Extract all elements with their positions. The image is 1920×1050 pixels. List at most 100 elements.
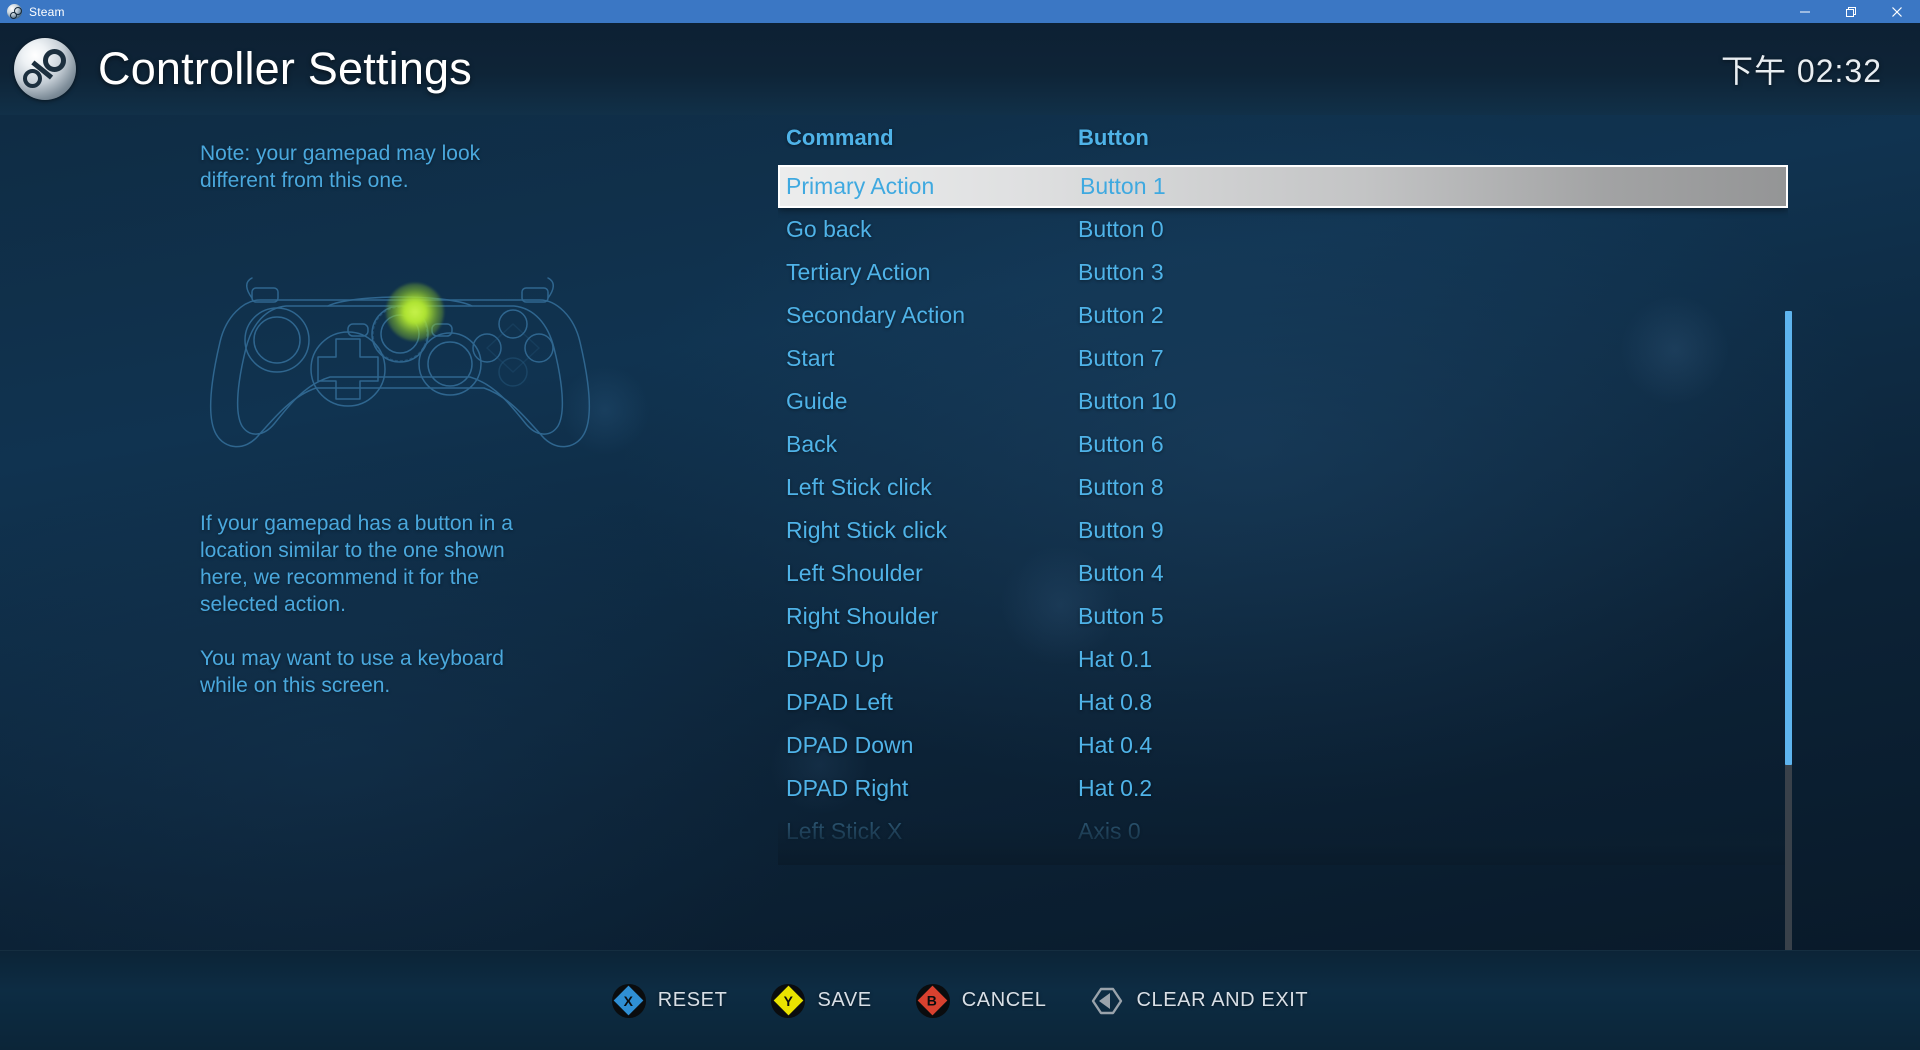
steam-logo-icon bbox=[7, 4, 22, 19]
window-titlebar: Steam bbox=[0, 0, 1920, 23]
footer-button[interactable]: B CANCEL bbox=[915, 983, 1047, 1018]
page-title: Controller Settings bbox=[98, 43, 472, 94]
gamepad-note: Note: your gamepad may look different fr… bbox=[200, 142, 481, 192]
window-title: Steam bbox=[29, 4, 65, 19]
cell-button: Button 2 bbox=[1078, 302, 1164, 328]
button-badge: Y bbox=[771, 983, 806, 1018]
table-header-row: Command Button bbox=[778, 125, 1788, 165]
footer-button-label: CANCEL bbox=[961, 989, 1047, 1011]
instruction-paragraph-2: You may want to use a keyboard while on … bbox=[200, 647, 504, 697]
button-badge: X bbox=[611, 983, 646, 1018]
cell-command: Guide bbox=[786, 388, 848, 414]
gamepad-back-button-icon bbox=[1090, 984, 1124, 1018]
cell-command: DPAD Left bbox=[786, 689, 893, 715]
cell-command: Left Shoulder bbox=[786, 560, 923, 586]
column-header-command: Command bbox=[786, 125, 894, 150]
table-row[interactable]: Primary Action Button 1 bbox=[778, 165, 1788, 208]
green-button-glow bbox=[386, 283, 444, 341]
cell-button: Button 1 bbox=[1080, 173, 1166, 199]
cell-command: Start bbox=[786, 345, 835, 371]
button-glyph-letter: Y bbox=[783, 992, 794, 1009]
cell-command: Right Stick click bbox=[786, 517, 948, 543]
close-icon[interactable] bbox=[1874, 0, 1920, 23]
cell-button: Button 10 bbox=[1078, 388, 1177, 414]
table-row[interactable]: Guide Button 10 bbox=[778, 380, 1788, 423]
cell-button: Hat 0.1 bbox=[1078, 646, 1153, 672]
cell-command: Right Shoulder bbox=[786, 603, 939, 629]
cell-command: Back bbox=[786, 431, 838, 457]
cell-button: Button 4 bbox=[1078, 560, 1164, 586]
table-row[interactable]: Left Shoulder Button 4 bbox=[778, 552, 1788, 595]
table-row[interactable]: Start Button 7 bbox=[778, 337, 1788, 380]
maximize-icon[interactable] bbox=[1828, 0, 1874, 23]
footer-action-bar: X RESET Y SAVE B CANCEL CLEAR AND EXIT bbox=[0, 950, 1920, 1050]
table-row[interactable]: Go back Button 0 bbox=[778, 208, 1788, 251]
cell-command: Tertiary Action bbox=[786, 259, 931, 285]
page-header: Controller Settings 下午 02:32 bbox=[0, 23, 1920, 115]
footer-button[interactable]: X RESET bbox=[611, 983, 728, 1018]
bindings-table: Command Button Primary Action Button 1 Go … bbox=[778, 125, 1788, 865]
cell-button: Hat 0.2 bbox=[1078, 775, 1153, 801]
footer-button[interactable]: CLEAR AND EXIT bbox=[1090, 984, 1308, 1018]
scrollbar-thumb[interactable] bbox=[1785, 311, 1792, 765]
window-controls bbox=[1782, 0, 1920, 23]
cell-command: Primary Action bbox=[786, 173, 935, 199]
footer-button-label: SAVE bbox=[817, 989, 872, 1011]
gamepad-b-button-icon: B bbox=[915, 983, 950, 1018]
table-row[interactable]: Left Stick X Axis 0 bbox=[778, 810, 1788, 853]
clock: 下午 02:32 bbox=[1721, 53, 1882, 89]
table-row[interactable]: Right Stick click Button 9 bbox=[778, 509, 1788, 552]
cell-command: Go back bbox=[786, 216, 872, 242]
footer-button[interactable]: Y SAVE bbox=[771, 983, 872, 1018]
table-row[interactable]: DPAD Up Hat 0.1 bbox=[778, 638, 1788, 681]
button-diamond: X bbox=[613, 985, 644, 1016]
cell-command: DPAD Down bbox=[786, 732, 914, 758]
cell-button: Button 9 bbox=[1078, 517, 1164, 543]
table-row[interactable]: Left Stick click Button 8 bbox=[778, 466, 1788, 509]
gamepad-instructions: If your gamepad has a button in a locati… bbox=[200, 510, 600, 699]
cell-command: DPAD Right bbox=[786, 775, 909, 801]
minimize-icon[interactable] bbox=[1782, 0, 1828, 23]
table-row[interactable]: Secondary Action Button 2 bbox=[778, 294, 1788, 337]
table-row[interactable]: Right Shoulder Button 5 bbox=[778, 595, 1788, 638]
table-row[interactable]: DPAD Left Hat 0.8 bbox=[778, 681, 1788, 724]
button-glyph-letter: B bbox=[927, 992, 938, 1009]
button-badge: B bbox=[915, 983, 950, 1018]
steam-logo-ring-small bbox=[23, 69, 42, 88]
cell-button: Axis 0 bbox=[1078, 818, 1141, 844]
cell-button: Button 8 bbox=[1078, 474, 1164, 500]
cell-button: Hat 0.4 bbox=[1078, 732, 1153, 758]
table-row[interactable]: DPAD Down Hat 0.4 bbox=[778, 724, 1788, 767]
cell-button: Button 6 bbox=[1078, 431, 1164, 457]
bindings-list[interactable]: Primary Action Button 1 Go back Button 0 Ter… bbox=[778, 165, 1788, 865]
cell-command: DPAD Up bbox=[786, 646, 884, 672]
gamepad-outline-icon bbox=[210, 277, 590, 448]
instruction-paragraph-1: If your gamepad has a button in a locati… bbox=[200, 512, 513, 616]
titlebar-left: Steam bbox=[0, 4, 1782, 19]
cell-button: Hat 0.8 bbox=[1078, 689, 1153, 715]
button-diamond: B bbox=[917, 985, 948, 1016]
gamepad-illustration bbox=[200, 236, 600, 466]
cell-button: Button 0 bbox=[1078, 216, 1164, 242]
cell-button: Button 7 bbox=[1078, 345, 1164, 371]
table-row[interactable]: Tertiary Action Button 3 bbox=[778, 251, 1788, 294]
footer-button-label: CLEAR AND EXIT bbox=[1136, 989, 1309, 1011]
steam-logo-ring-large bbox=[43, 49, 66, 72]
table-row[interactable]: DPAD Right Hat 0.2 bbox=[778, 767, 1788, 810]
cell-command: Left Stick X bbox=[786, 818, 903, 844]
bindings-rows: Primary Action Button 1 Go back Button 0 Ter… bbox=[778, 165, 1788, 853]
gamepad-y-button-icon: Y bbox=[771, 983, 806, 1018]
cell-command: Left Stick click bbox=[786, 474, 932, 500]
column-header-button: Button bbox=[1078, 125, 1149, 150]
cell-command: Secondary Action bbox=[786, 302, 966, 328]
button-diamond: Y bbox=[773, 985, 804, 1016]
cell-button: Button 5 bbox=[1078, 603, 1164, 629]
main-content: Note: your gamepad may look different fr… bbox=[0, 115, 1920, 950]
button-glyph-letter: X bbox=[624, 992, 634, 1009]
footer-button-label: RESET bbox=[657, 989, 728, 1011]
list-scrollbar[interactable] bbox=[1785, 311, 1792, 950]
steam-logo-icon bbox=[14, 38, 76, 100]
cell-button: Button 3 bbox=[1078, 259, 1164, 285]
left-info-panel: Note: your gamepad may look different fr… bbox=[200, 140, 600, 699]
table-row[interactable]: Back Button 6 bbox=[778, 423, 1788, 466]
